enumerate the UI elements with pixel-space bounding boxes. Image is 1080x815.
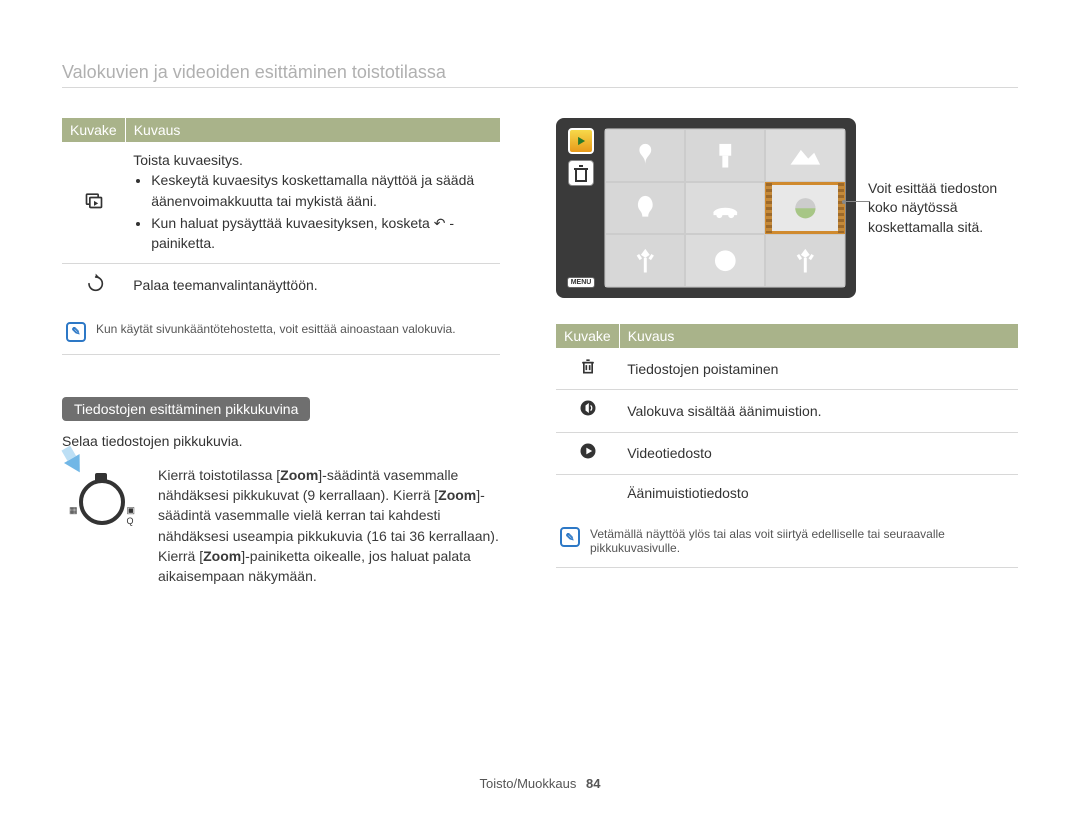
sound-memo-icon <box>556 390 619 432</box>
page-number: 84 <box>586 776 600 791</box>
th-icon: Kuvake <box>556 324 619 348</box>
note-right: ✎ Vetämällä näyttöä ylös tai alas voit s… <box>556 515 1018 568</box>
thumbnail-grid[interactable] <box>604 128 846 288</box>
icon-description-table-right: Kuvake Kuvaus Tiedostojen poistaminen Va… <box>556 324 1018 511</box>
menu-button[interactable]: MENU <box>567 277 596 288</box>
row1-bullet-1: Keskeytä kuvaesitys koskettamalla näyttö… <box>151 170 492 211</box>
video-file-desc: Videotiedosto <box>619 432 1018 474</box>
note-right-text: Vetämällä näyttöä ylös tai alas voit sii… <box>590 527 1010 555</box>
page-title: Valokuvien ja videoiden esittäminen tois… <box>62 62 1018 88</box>
thumb[interactable] <box>605 182 685 235</box>
thumb[interactable] <box>685 234 765 287</box>
slideshow-icon <box>62 142 125 264</box>
th-icon: Kuvake <box>62 118 125 142</box>
note-icon: ✎ <box>560 527 580 547</box>
trash-icon <box>556 348 619 390</box>
thumb[interactable] <box>685 129 765 182</box>
sound-memo-desc: Valokuva sisältää äänimuistion. <box>619 390 1018 432</box>
row1-title: Toista kuvaesitys. <box>133 150 492 170</box>
note-icon: ✎ <box>66 322 86 342</box>
zoom-instructions: Kierrä toistotilassa [Zoom]-säädintä vas… <box>158 465 500 587</box>
back-desc: Palaa teemanvalintanäyttöön. <box>125 264 500 306</box>
thumb[interactable] <box>605 129 685 182</box>
audio-file-desc: Äänimuistiotiedosto <box>619 474 1018 511</box>
slideshow-desc: Toista kuvaesitys. Keskeytä kuvaesitys k… <box>125 142 500 264</box>
trash-button[interactable] <box>568 160 594 186</box>
footer-section: Toisto/Muokkaus <box>480 776 577 791</box>
row1-bullet-2: Kun haluat pysäyttää kuvaesityksen, kosk… <box>151 213 492 254</box>
icon-description-table-left: Kuvake Kuvaus Toista kuvaesitys. <box>62 118 500 306</box>
callout-text: Voit esittää tiedoston koko näytössä kos… <box>868 179 1018 238</box>
section-sub: Selaa tiedostojen pikkukuvia. <box>62 433 500 449</box>
left-column: Kuvake Kuvaus Toista kuvaesitys. <box>62 118 500 587</box>
trash-desc: Tiedostojen poistaminen <box>619 348 1018 390</box>
note-left-text: Kun käytät sivunkääntötehostetta, voit e… <box>96 322 456 336</box>
th-desc: Kuvaus <box>619 324 1018 348</box>
right-column: MENU <box>556 118 1018 587</box>
thumb[interactable] <box>685 182 765 235</box>
thumb-selected[interactable] <box>765 182 845 235</box>
thumb[interactable] <box>765 234 845 287</box>
play-slideshow-button[interactable] <box>568 128 594 154</box>
video-file-icon <box>556 432 619 474</box>
th-desc: Kuvaus <box>125 118 500 142</box>
thumb[interactable] <box>605 234 685 287</box>
thumb[interactable] <box>765 129 845 182</box>
back-icon <box>62 264 125 306</box>
section-heading: Tiedostojen esittäminen pikkukuvina <box>62 397 310 421</box>
audio-file-icon <box>556 474 619 511</box>
thumbnail-screen: MENU <box>556 118 856 298</box>
footer: Toisto/Muokkaus 84 <box>0 776 1080 791</box>
zoom-dial-illustration: ▦ ▣Q <box>62 465 142 525</box>
note-left: ✎ Kun käytät sivunkääntötehostetta, voit… <box>62 310 500 355</box>
